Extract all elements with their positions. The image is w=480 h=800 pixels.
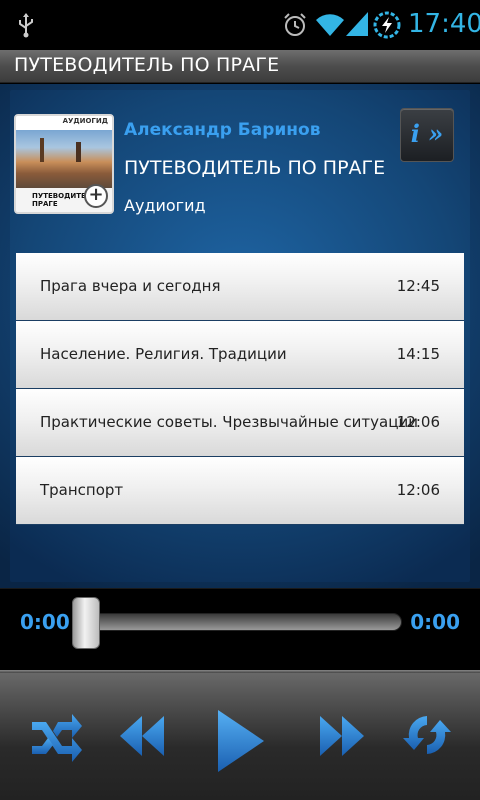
page-title: ПУТЕВОДИТЕЛЬ ПО ПРАГЕ: [14, 54, 280, 76]
controls-divider: [0, 670, 480, 673]
rewind-icon: [120, 716, 164, 756]
chapter-duration: 12:06: [396, 481, 440, 499]
progress-area: 0:00 0:00: [0, 588, 480, 670]
book-title: ПУТЕВОДИТЕЛЬ ПО ПРАГЕ: [124, 157, 386, 179]
chapter-duration: 14:15: [396, 345, 440, 363]
fast-forward-icon: [320, 716, 364, 756]
chapter-duration: 12:45: [396, 277, 440, 295]
chapter-duration: 12:06: [396, 413, 440, 431]
chapter-name: Практические советы. Чрезвычайные ситуац…: [40, 413, 418, 431]
info-icon: i »: [410, 119, 444, 148]
zoom-in-icon[interactable]: +: [84, 184, 108, 208]
shuffle-button[interactable]: [28, 710, 84, 762]
book-cover[interactable]: АУДИОГИД ПУТЕВОДИТЕЛЬ ПРАГЕ +: [14, 114, 114, 214]
chapter-item[interactable]: Прага вчера и сегодня 12:45: [16, 253, 464, 321]
fast-forward-button[interactable]: [318, 714, 366, 758]
seek-thumb[interactable]: [72, 597, 100, 649]
cover-title: ПУТЕВОДИТЕЛЬ ПРАГЕ: [32, 192, 97, 208]
chapter-item[interactable]: Практические советы. Чрезвычайные ситуац…: [16, 389, 464, 457]
play-icon: [218, 710, 264, 772]
repeat-button[interactable]: [402, 708, 452, 762]
seek-bar[interactable]: [80, 613, 402, 631]
info-button[interactable]: i »: [400, 108, 454, 162]
chapter-name: Транспорт: [40, 481, 124, 499]
clock: 17:40: [408, 9, 480, 39]
book-author: Александр Баринов: [124, 120, 321, 140]
battery-charging-icon: [373, 11, 401, 39]
cover-spire: [76, 142, 81, 162]
play-button[interactable]: [214, 708, 266, 774]
chapter-list: Прага вчера и сегодня 12:45 Население. Р…: [16, 253, 464, 525]
chapter-item[interactable]: Население. Религия. Традиции 14:15: [16, 321, 464, 389]
wifi-icon: [316, 14, 344, 36]
title-bar: ПУТЕВОДИТЕЛЬ ПО ПРАГЕ: [0, 50, 480, 83]
repeat-icon: [403, 716, 451, 754]
remaining-time: 0:00: [410, 610, 460, 634]
signal-icon: [346, 12, 368, 36]
cover-photo: [16, 130, 112, 188]
book-type: Аудиогид: [124, 196, 206, 215]
shuffle-icon: [32, 714, 82, 762]
usb-icon: [19, 13, 33, 38]
status-bar: 17:40: [0, 0, 480, 50]
alarm-icon: [284, 13, 306, 36]
cover-header: АУДИОГИД: [16, 116, 112, 130]
rewind-button[interactable]: [118, 714, 166, 758]
chapter-name: Население. Религия. Традиции: [40, 345, 287, 363]
elapsed-time: 0:00: [20, 610, 70, 634]
player-controls: [0, 670, 480, 800]
cover-spire: [40, 138, 44, 162]
chapter-name: Прага вчера и сегодня: [40, 277, 221, 295]
chapter-item[interactable]: Транспорт 12:06: [16, 457, 464, 525]
cover-publisher: АУДИОГИД: [62, 117, 108, 125]
